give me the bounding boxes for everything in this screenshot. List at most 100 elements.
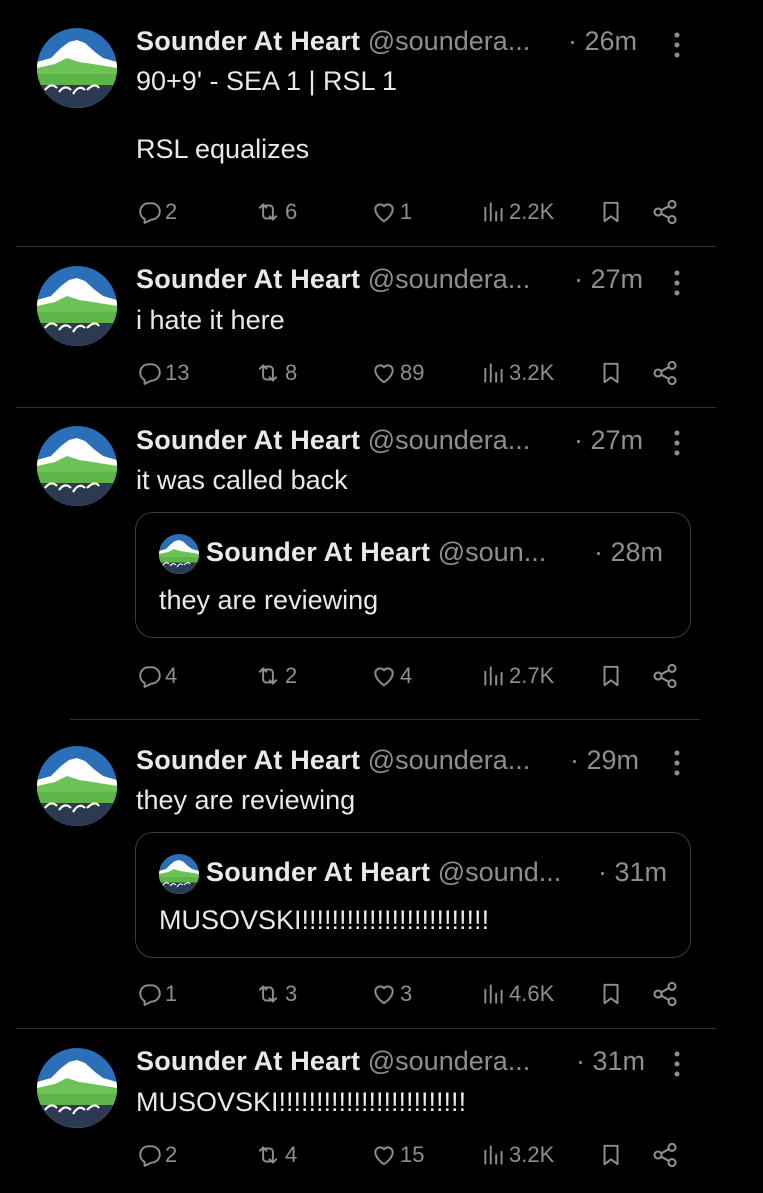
views-icon: [481, 981, 507, 1007]
share-button[interactable]: [651, 353, 679, 393]
reply-button[interactable]: 2: [137, 192, 177, 232]
share-icon: [651, 980, 679, 1008]
bookmark-button[interactable]: [598, 974, 624, 1014]
like-button[interactable]: 89: [370, 353, 424, 393]
view-count: 3.2K: [509, 360, 555, 385]
timestamp[interactable]: · 29m: [570, 743, 639, 777]
retweet-count: 6: [285, 199, 298, 224]
views-button[interactable]: 2.7K: [481, 656, 554, 696]
tweet-header: Sounder At Heart @soundera...: [136, 743, 530, 777]
views-button[interactable]: 3.2K: [481, 353, 554, 393]
display-name[interactable]: Sounder At Heart: [136, 26, 360, 56]
sounder-at-heart-logo-icon: [37, 1048, 117, 1128]
more-options-button[interactable]: [667, 746, 687, 780]
user-handle[interactable]: @soundera...: [368, 264, 531, 294]
retweet-button[interactable]: 6: [253, 192, 297, 232]
avatar[interactable]: [37, 746, 117, 826]
user-handle[interactable]: @soundera...: [368, 745, 531, 775]
timestamp[interactable]: · 26m: [568, 24, 637, 58]
reply-count: 13: [165, 360, 190, 385]
display-name[interactable]: Sounder At Heart: [136, 745, 360, 775]
reply-count: 2: [165, 199, 178, 224]
more-icon: [667, 1047, 687, 1081]
heart-icon: [370, 199, 398, 225]
reply-count: 4: [165, 663, 178, 688]
quoted-tweet[interactable]: Sounder At Heart @soun... · 28m they are…: [135, 512, 691, 638]
retweet-button[interactable]: 8: [253, 353, 297, 393]
retweet-icon: [253, 360, 283, 386]
retweet-button[interactable]: 2: [253, 656, 297, 696]
display-name: Sounder At Heart: [206, 537, 431, 567]
sounder-at-heart-logo-icon: [159, 534, 199, 574]
like-count: 89: [400, 360, 425, 385]
divider: [16, 246, 716, 247]
more-options-button[interactable]: [667, 426, 687, 460]
reply-button[interactable]: 2: [137, 1135, 177, 1175]
like-button[interactable]: 4: [370, 656, 412, 696]
bookmark-button[interactable]: [598, 1135, 624, 1175]
views-icon: [481, 360, 507, 386]
avatar[interactable]: [37, 1048, 117, 1128]
tweet-text: it was called back: [136, 465, 348, 495]
more-options-button[interactable]: [667, 28, 687, 62]
share-icon: [651, 198, 679, 226]
views-button[interactable]: 2.2K: [481, 192, 554, 232]
user-handle: @soun...: [437, 537, 547, 567]
avatar[interactable]: [37, 28, 117, 108]
view-count: 2.2K: [509, 199, 555, 224]
more-options-button[interactable]: [667, 1047, 687, 1081]
bookmark-button[interactable]: [598, 656, 624, 696]
reply-button[interactable]: 13: [137, 353, 189, 393]
bookmark-button[interactable]: [598, 192, 624, 232]
tweet-text: i hate it here: [136, 305, 285, 335]
divider: [70, 719, 700, 720]
user-handle[interactable]: @soundera...: [368, 1046, 531, 1076]
views-icon: [481, 199, 507, 225]
timestamp: · 28m: [594, 537, 664, 567]
share-icon: [651, 1141, 679, 1169]
retweet-count: 8: [285, 360, 298, 385]
reply-icon: [137, 981, 163, 1007]
heart-icon: [370, 981, 398, 1007]
like-button[interactable]: 1: [370, 192, 412, 232]
views-button[interactable]: 3.2K: [481, 1135, 554, 1175]
avatar[interactable]: [37, 426, 117, 506]
action-bar: 13 8 89 3.2K: [0, 353, 763, 393]
reply-icon: [137, 1142, 163, 1168]
timestamp[interactable]: · 31m: [576, 1044, 645, 1078]
share-button[interactable]: [651, 974, 679, 1014]
bookmark-button[interactable]: [598, 353, 624, 393]
like-button[interactable]: 3: [370, 974, 412, 1014]
views-button[interactable]: 4.6K: [481, 974, 554, 1014]
reply-count: 2: [165, 1142, 178, 1167]
quoted-tweet-text: MUSOVSKI!!!!!!!!!!!!!!!!!!!!!!!!!: [159, 905, 490, 935]
share-button[interactable]: [651, 656, 679, 696]
like-button[interactable]: 15: [370, 1135, 424, 1175]
timestamp[interactable]: · 27m: [574, 262, 643, 296]
retweet-button[interactable]: 3: [253, 974, 297, 1014]
share-button[interactable]: [651, 192, 679, 232]
display-name[interactable]: Sounder At Heart: [136, 1046, 360, 1076]
avatar[interactable]: [37, 266, 117, 346]
view-count: 3.2K: [509, 1142, 555, 1167]
timestamp[interactable]: · 27m: [574, 423, 643, 457]
display-name[interactable]: Sounder At Heart: [136, 425, 360, 455]
tweet-text: 90+9' - SEA 1 | RSL 1 RSL equalizes: [136, 66, 398, 164]
reply-button[interactable]: 4: [137, 656, 177, 696]
sounder-at-heart-logo-icon: [37, 266, 117, 346]
user-handle[interactable]: @soundera...: [368, 26, 531, 56]
more-options-button[interactable]: [667, 266, 687, 300]
retweet-icon: [253, 1142, 283, 1168]
user-handle[interactable]: @soundera...: [368, 425, 531, 455]
views-icon: [481, 1142, 507, 1168]
reply-button[interactable]: 1: [137, 974, 177, 1014]
bookmark-icon: [598, 662, 624, 690]
quoted-tweet[interactable]: Sounder At Heart @sound... · 31m MUSOVSK…: [135, 832, 691, 958]
display-name[interactable]: Sounder At Heart: [136, 264, 360, 294]
retweet-button[interactable]: 4: [253, 1135, 297, 1175]
more-icon: [667, 426, 687, 460]
timestamp: · 31m: [598, 857, 668, 887]
share-button[interactable]: [651, 1135, 679, 1175]
sounder-at-heart-logo-icon: [37, 28, 117, 108]
bookmark-icon: [598, 359, 624, 387]
